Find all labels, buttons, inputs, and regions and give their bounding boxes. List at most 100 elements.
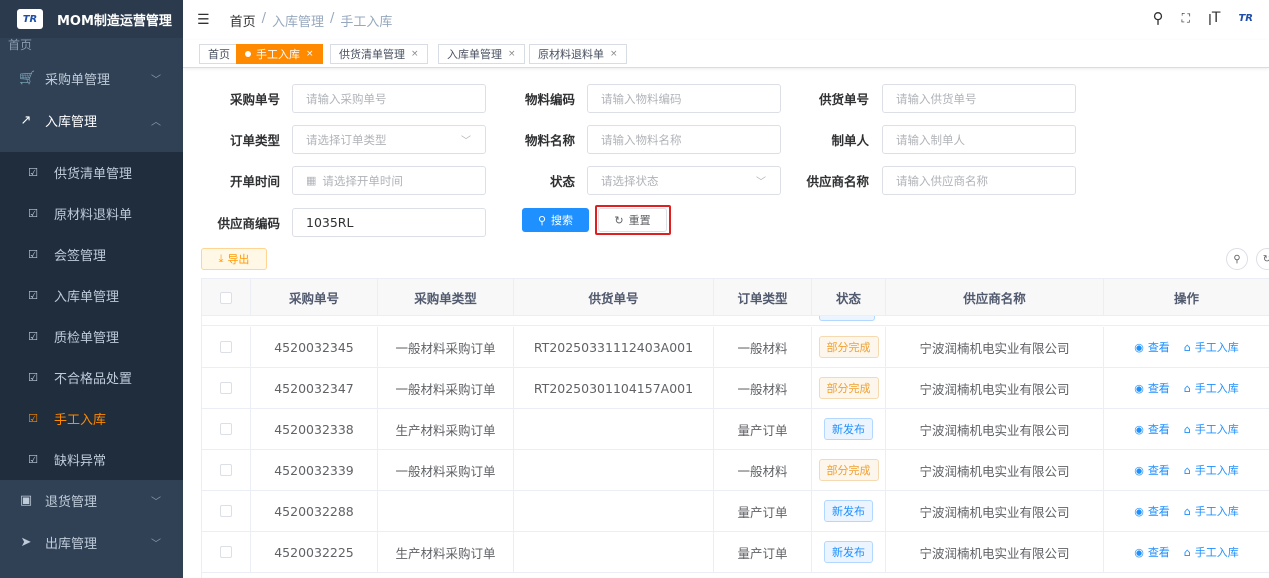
view-link[interactable]: ◉ 查看 — [1134, 462, 1170, 478]
view-link-label: 查看 — [1147, 423, 1170, 436]
sidebar-item-label: 会签管理 — [54, 249, 107, 264]
sidebar-item[interactable]: ▣ 退货管理 ﹀ — [0, 480, 183, 520]
supply-no-input[interactable]: 请输入供货单号 — [882, 84, 1076, 113]
refresh-button[interactable]: ↻ — [1256, 248, 1269, 270]
cell-purchase-no: 4520032345 — [251, 327, 378, 367]
table-row[interactable]: 4520032339 一般材料采购订单 一般材料 部分完成 宁波润楠机电实业有限公司 ◉ 查… — [202, 450, 1269, 491]
cell-supplier: 宁波润楠机电实业有限公司 — [886, 409, 1104, 449]
open-time-picker[interactable]: ▦ 请选择开单时间 — [292, 166, 486, 195]
order-type-placeholder: 请选择订单类型 — [306, 132, 387, 147]
manual-inbound-link[interactable]: ⌂ 手工入库 — [1184, 380, 1239, 396]
cell-purchase-type: 一般材料采购订单 — [378, 450, 514, 490]
row-checkbox-cell — [202, 450, 251, 490]
toggle-search-button[interactable]: ⚲ — [1226, 248, 1248, 270]
row-checkbox[interactable] — [220, 423, 232, 435]
user-avatar[interactable]: TR — [1238, 13, 1253, 24]
close-icon[interactable]: × — [306, 49, 314, 59]
status-label: 状态 — [549, 174, 575, 189]
supplier-code-input[interactable]: 1035RL — [292, 208, 486, 237]
tag-item[interactable]: 原材料退料单 × — [529, 44, 627, 64]
actions-cell: ◉ 查看 ⌂ 手工入库 — [1104, 409, 1269, 449]
breadcrumb-inbound[interactable]: 入库管理 — [272, 11, 324, 30]
cell-purchase-type: 生产材料采购订单 — [378, 409, 514, 449]
table-row-partial — [202, 316, 1269, 326]
sidebar-item[interactable]: 🛒 采购单管理 ﹀ — [0, 58, 183, 98]
row-checkbox[interactable] — [220, 546, 232, 558]
material-code-label: 物料编码 — [524, 92, 575, 107]
sidebar-item[interactable]: ☑ 质检单管理 — [0, 316, 183, 357]
breadcrumb-home[interactable]: 首页 — [230, 11, 256, 30]
chevron-down-icon: ﹀ — [461, 136, 471, 147]
material-name-input[interactable]: 请输入物料名称 — [587, 125, 781, 154]
view-link-label: 查看 — [1147, 546, 1170, 559]
view-link[interactable]: ◉ 查看 — [1134, 421, 1170, 437]
sidebar-item[interactable]: ↗ 入库管理 ︿ — [0, 100, 183, 140]
table-row[interactable]: 4520032225 生产材料采购订单 量产订单 新发布 宁波润楠机电实业有限公司 ◉ 查看… — [202, 532, 1269, 573]
sidebar-item-label: 原材料退料单 — [54, 208, 133, 223]
order-type-select[interactable]: 请选择订单类型 ﹀ — [292, 125, 486, 154]
search-button[interactable]: ⚲ 搜索 — [522, 208, 589, 232]
row-checkbox[interactable] — [220, 464, 232, 476]
view-link[interactable]: ◉ 查看 — [1134, 380, 1170, 396]
fullscreen-icon[interactable]: ⛶ — [1182, 11, 1190, 26]
tag-item[interactable]: 供货清单管理 × — [330, 44, 428, 64]
cell-order-type: 一般材料 — [714, 368, 812, 408]
row-actions: ◉ 查看 ⌂ 手工入库 — [1134, 544, 1239, 560]
export-button[interactable]: ⤓ 导出 — [201, 248, 267, 270]
cell-purchase-type — [378, 491, 514, 531]
row-checkbox[interactable] — [220, 382, 232, 394]
close-icon[interactable]: × — [610, 49, 618, 59]
sidebar-item[interactable]: ☑ 缺料异常 — [0, 439, 183, 480]
reset-highlight-box — [595, 205, 671, 235]
row-checkbox[interactable] — [220, 341, 232, 353]
table-row[interactable]: 4520032347 一般材料采购订单 RT20250301104157A001 一般… — [202, 368, 1269, 409]
close-icon[interactable]: × — [508, 49, 516, 59]
material-code-input[interactable]: 请输入物料编码 — [587, 84, 781, 113]
view-link[interactable]: ◉ 查看 — [1134, 339, 1170, 355]
cell-supplier: 宁波润楠机电实业有限公司 — [886, 368, 1104, 408]
sidebar-item[interactable]: ☑ 不合格品处置 — [0, 357, 183, 398]
creator-input[interactable]: 请输入制单人 — [882, 125, 1076, 154]
font-size-icon[interactable]: ꞁT — [1208, 10, 1220, 26]
checkbox-icon: ☑ — [28, 207, 38, 220]
close-icon[interactable]: × — [411, 49, 419, 59]
sidebar-item[interactable]: ☑ 原材料退料单 — [0, 193, 183, 234]
tag-item[interactable]: 手工入库 × — [236, 44, 323, 64]
table-row[interactable]: 4520032345 一般材料采购订单 RT20250331112403A001 一般… — [202, 327, 1269, 368]
select-all-checkbox[interactable] — [202, 279, 251, 316]
cell-supply-no: RT20250331112403A001 — [514, 327, 714, 367]
status-select[interactable]: 请选择状态 ﹀ — [587, 166, 781, 195]
sidebar-item-label: 退货管理 — [45, 494, 98, 510]
table-row[interactable]: 4520032288 量产订单 新发布 宁波润楠机电实业有限公司 ◉ 查看 ⌂ 手工入库 — [202, 491, 1269, 532]
manual-inbound-link[interactable]: ⌂ 手工入库 — [1184, 339, 1239, 355]
search-icon[interactable]: ⚲ — [1153, 9, 1164, 27]
active-dot-icon — [245, 51, 251, 57]
cell-supply-no: RT20250301104157A001 — [514, 368, 714, 408]
manual-inbound-link[interactable]: ⌂ 手工入库 — [1184, 421, 1239, 437]
view-link[interactable]: ◉ 查看 — [1134, 544, 1170, 560]
refresh-icon: ↻ — [1262, 253, 1269, 265]
supplier-name-input[interactable]: 请输入供应商名称 — [882, 166, 1076, 195]
manual-inbound-link[interactable]: ⌂ 手工入库 — [1184, 462, 1239, 478]
row-checkbox[interactable] — [220, 505, 232, 517]
sidebar-item-label: 供货清单管理 — [54, 167, 133, 182]
sidebar-item[interactable]: ☑ 会签管理 — [0, 234, 183, 275]
cell-purchase-no: 4520032347 — [251, 368, 378, 408]
hamburger-icon[interactable]: ☰ — [197, 12, 210, 28]
sidebar-item[interactable]: ➤ 出库管理 ﹀ — [0, 522, 183, 562]
manual-inbound-link-label: 手工入库 — [1194, 341, 1239, 354]
sidebar-item-home-clipped[interactable]: 首页 — [8, 36, 32, 53]
manual-inbound-link[interactable]: ⌂ 手工入库 — [1184, 544, 1239, 560]
tag-item[interactable]: 入库单管理 × — [438, 44, 525, 64]
eye-icon: ◉ — [1134, 340, 1144, 354]
manual-inbound-link[interactable]: ⌂ 手工入库 — [1184, 503, 1239, 519]
table-row[interactable]: 4520032338 生产材料采购订单 量产订单 新发布 宁波润楠机电实业有限公司 ◉ 查看… — [202, 409, 1269, 450]
sidebar-item[interactable]: ☑ 手工入库 — [0, 398, 183, 439]
purchase-no-input[interactable]: 请输入采购单号 — [292, 84, 486, 113]
view-link[interactable]: ◉ 查看 — [1134, 503, 1170, 519]
sidebar-item[interactable]: ☑ 供货清单管理 — [0, 152, 183, 193]
sidebar-item[interactable]: ☑ 入库单管理 — [0, 275, 183, 316]
status-badge: 部分完成 — [818, 336, 879, 358]
breadcrumb-current: 手工入库 — [340, 14, 393, 30]
tag-item[interactable]: 首页 — [199, 44, 239, 64]
